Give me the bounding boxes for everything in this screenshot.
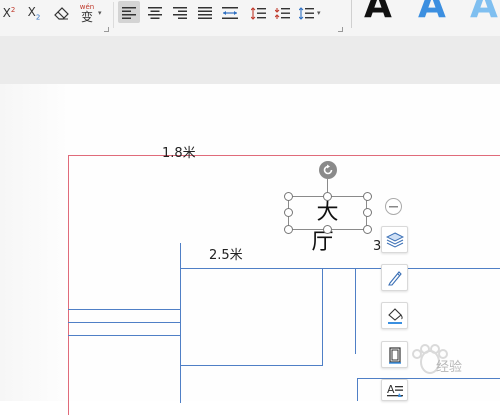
resize-handle-s[interactable] xyxy=(323,225,332,234)
plan-line xyxy=(355,268,356,354)
align-right-button[interactable] xyxy=(170,0,190,26)
distributed-align-icon xyxy=(222,7,238,19)
spacing-options-icon xyxy=(298,6,314,20)
spacing-options-button[interactable] xyxy=(296,0,316,26)
toolbar-separator xyxy=(113,2,114,28)
resize-handle-nw[interactable] xyxy=(284,192,293,201)
line-spacing-button[interactable] xyxy=(248,0,268,26)
clear-formatting-button[interactable] xyxy=(51,0,71,26)
plan-line xyxy=(180,243,181,403)
wordart-style-light-blue[interactable]: A xyxy=(470,0,498,24)
shape-fill-button[interactable] xyxy=(381,302,408,329)
phonetic-dropdown-arrow[interactable]: ▾ xyxy=(98,0,102,26)
justify-button[interactable] xyxy=(195,0,215,26)
layout-options-button[interactable] xyxy=(381,226,408,253)
minus-icon xyxy=(389,205,398,207)
plan-line xyxy=(357,378,500,379)
paragraph-spacing-button[interactable] xyxy=(272,0,292,26)
resize-handle-ne[interactable] xyxy=(363,192,372,201)
page-shadow xyxy=(0,84,70,401)
line-spacing-icon xyxy=(250,6,266,20)
font-dialog-launcher-icon[interactable] xyxy=(104,27,109,32)
resize-handle-w[interactable] xyxy=(284,208,293,217)
plan-line xyxy=(181,365,323,366)
rotate-icon xyxy=(323,164,333,175)
plan-line xyxy=(357,378,358,401)
align-right-icon xyxy=(173,7,187,19)
justify-icon xyxy=(198,7,212,19)
plan-line xyxy=(322,268,323,366)
dimension-label-mid: 2.5米 xyxy=(209,248,243,263)
paragraph-dialog-launcher-icon[interactable] xyxy=(338,27,343,32)
text-direction-button[interactable]: A xyxy=(381,379,408,401)
plan-line xyxy=(68,309,180,310)
superscript-button[interactable]: X2 xyxy=(0,0,18,26)
dimension-label-top: 1.8米 xyxy=(162,146,196,161)
wordart-gallery-border xyxy=(351,0,352,28)
phonetic-guide-char: 变 xyxy=(80,9,93,24)
align-center-button[interactable] xyxy=(145,0,165,26)
superscript-icon: X2 xyxy=(2,6,16,20)
toolbar-gap xyxy=(244,2,245,28)
phonetic-guide-button[interactable]: wén 变 xyxy=(76,0,98,26)
collapse-panel-button[interactable] xyxy=(385,198,402,215)
wordart-style-blue[interactable]: A xyxy=(418,0,446,24)
align-left-icon xyxy=(122,7,136,19)
subscript-icon: X2 xyxy=(27,4,41,22)
svg-text:A: A xyxy=(387,383,395,396)
plan-line xyxy=(68,322,180,323)
paragraph-spacing-icon xyxy=(274,7,290,19)
plan-line xyxy=(181,268,500,269)
ruler-area xyxy=(0,36,500,84)
frame-icon xyxy=(388,346,401,364)
layers-icon xyxy=(385,231,404,248)
watermark-text: 经验 xyxy=(436,360,463,375)
wordart-style-black[interactable]: A xyxy=(364,0,392,24)
pen-icon xyxy=(387,270,402,286)
rotate-handle[interactable] xyxy=(319,161,337,179)
eraser-icon xyxy=(53,6,69,20)
spacing-dropdown-arrow[interactable]: ▾ xyxy=(317,0,321,26)
rotation-stem xyxy=(327,179,328,193)
subscript-button[interactable]: X2 xyxy=(24,0,44,26)
text-align-icon: A xyxy=(386,383,403,397)
plan-line xyxy=(68,335,180,336)
align-center-icon xyxy=(148,7,162,19)
resize-handle-e[interactable] xyxy=(363,208,372,217)
distributed-align-button[interactable] xyxy=(219,0,241,26)
shape-outline-button[interactable] xyxy=(381,264,408,291)
paint-bucket-icon xyxy=(387,307,403,324)
resize-handle-se[interactable] xyxy=(363,225,372,234)
formatting-toolbar: X2 X2 wén 变 ▾ ▾ A A A xyxy=(0,0,500,36)
resize-handle-sw[interactable] xyxy=(284,225,293,234)
resize-handle-n[interactable] xyxy=(323,192,332,201)
wrap-text-button[interactable] xyxy=(381,341,408,368)
align-left-button[interactable] xyxy=(120,0,138,26)
